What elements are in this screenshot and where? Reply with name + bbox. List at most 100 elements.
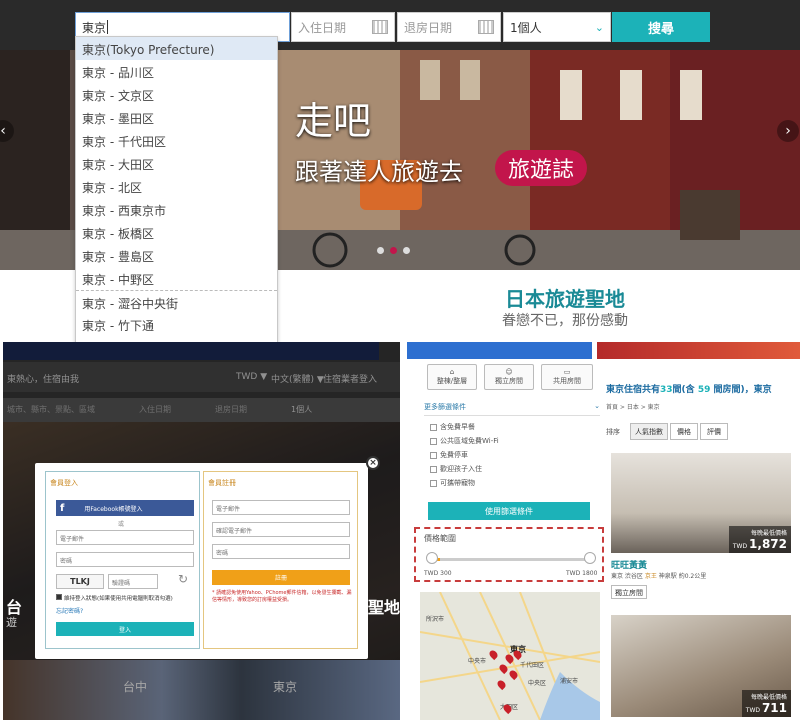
couch-icon: ▭ — [563, 368, 571, 376]
price-slider-track[interactable] — [428, 558, 592, 561]
suggestion-item[interactable]: 東京 - 竹下通 — [76, 313, 277, 336]
carousel-dot-active[interactable] — [390, 247, 397, 254]
person-icon: ☺ — [505, 368, 513, 376]
price-slider-min-handle[interactable] — [426, 552, 438, 564]
filter-label: 歡迎孩子入住 — [440, 465, 482, 473]
register-submit-button[interactable]: 註冊 — [212, 570, 350, 585]
price-currency: TWD — [732, 543, 748, 550]
results-count-middle: 間(含 — [672, 385, 695, 395]
filter-list: 含免費早餐 公共區域免費Wi-Fi 免費停車 歡迎孩子入住 可攜帶寵物 — [430, 420, 499, 490]
sort-rating[interactable]: 評價 — [700, 423, 728, 440]
price-max: TWD 1800 — [566, 570, 598, 577]
price-amount: 711 — [761, 701, 787, 715]
captcha-input[interactable]: 驗證碼 — [108, 574, 158, 589]
breadcrumb[interactable]: 首頁 > 日本 > 東京 — [606, 402, 660, 411]
close-icon[interactable]: × — [366, 456, 380, 470]
checkbox-icon — [430, 451, 437, 459]
search-button[interactable]: 搜尋 — [612, 12, 710, 42]
forgot-password-link[interactable]: 忘記密碼? — [56, 606, 83, 615]
tab-whole-home[interactable]: ⌂ 整棟/整層 — [427, 364, 477, 390]
suggestion-item[interactable]: 東京 - 墨田区 — [76, 106, 277, 129]
destination-suggestions: 東京(Tokyo Prefecture) 東京 - 品川区 東京 - 文京区 東… — [75, 36, 278, 358]
chevron-down-icon: ⌄ — [594, 20, 604, 34]
login-password-field[interactable]: 密碼 — [56, 552, 194, 567]
login-modal: 會員登入 f 用Facebook帳號登入 或 電子郵件 密碼 TLKJ 驗證碼 … — [35, 463, 368, 659]
price-tag-label: 每晚最低價格 — [750, 694, 787, 701]
hotel-area: 東京 渋谷区 — [611, 573, 643, 580]
carousel-dot[interactable] — [377, 247, 384, 254]
facebook-icon: f — [60, 502, 65, 514]
map-label: 中央市 — [468, 658, 487, 665]
tab-private-room[interactable]: ☺ 獨立房間 — [484, 364, 534, 390]
price-range-label: 價格範圍 — [424, 534, 456, 543]
filter-checkbox[interactable]: 免費停車 — [430, 448, 499, 462]
carousel-dot[interactable] — [403, 247, 410, 254]
results-count-suffix: 間房間)，東京 — [713, 385, 772, 395]
filter-checkbox[interactable]: 含免費早餐 — [430, 420, 499, 434]
more-filters-toggle[interactable]: 更多篩選條件 ⌄ — [424, 402, 600, 416]
side-caption-right: 聖地 — [368, 598, 401, 617]
suggestion-item[interactable]: 東京 - 中野区 — [76, 267, 277, 290]
hotel-location: 東京 渋谷区 京王 神泉駅 約0.2公里 — [611, 571, 706, 580]
sort-price[interactable]: 價格 — [670, 423, 698, 440]
hero-badge: 旅遊誌 — [495, 150, 587, 186]
suggestion-item[interactable]: 東京 - 豊島区 — [76, 244, 277, 267]
suggestion-item[interactable]: 東京 - 西東京市 — [76, 198, 277, 221]
suggestion-item[interactable]: 東京 - 品川区 — [76, 60, 277, 83]
filter-checkbox[interactable]: 公共區域免費Wi-Fi — [430, 434, 499, 448]
results-count-properties: 33 — [660, 385, 673, 395]
price-amount: 1,872 — [749, 537, 787, 551]
destination-value: 東京 — [82, 20, 107, 35]
facebook-login-label: 用Facebook帳號登入 — [84, 505, 143, 513]
register-password-field[interactable]: 密碼 — [212, 544, 350, 559]
checkout-field[interactable]: 退房日期 — [397, 12, 501, 42]
suggestion-item[interactable]: 東京 - 千代田区 — [76, 129, 277, 152]
facebook-login-button[interactable]: f 用Facebook帳號登入 — [56, 500, 194, 516]
price-min: TWD 300 — [424, 570, 452, 577]
hero-next-arrow[interactable]: › — [777, 120, 799, 142]
suggestion-item[interactable]: 東京 - 北区 — [76, 175, 277, 198]
hotel-name[interactable]: 旺旺黃黃 — [611, 558, 647, 571]
register-title: 會員註冊 — [208, 479, 236, 487]
login-submit-button[interactable]: 登入 — [56, 622, 194, 636]
register-email-field[interactable]: 電子郵件 — [212, 500, 350, 515]
checkin-field[interactable]: 入住日期 — [291, 12, 395, 42]
hotel-price-tag: 每晚最低價格 TWD 1,872 — [728, 526, 791, 553]
apply-filters-button[interactable]: 使用篩選條件 — [428, 502, 590, 520]
map-label: 所沢市 — [426, 616, 445, 623]
register-form: 會員註冊 電子郵件 確認電子郵件 密碼 註冊 * 請確認免使用Yahoo、PCh… — [203, 471, 358, 649]
sort-label: 排序 — [606, 428, 620, 436]
suggestion-item[interactable]: 東京 - 澀谷中央街 — [76, 290, 277, 313]
suggestion-item[interactable]: 東京(Tokyo Prefecture) — [76, 37, 277, 60]
room-type-badge: 獨立房間 — [611, 585, 647, 599]
register-confirm-email-field[interactable]: 確認電子郵件 — [212, 522, 350, 537]
checkbox-icon — [430, 465, 437, 473]
price-slider-max-handle[interactable] — [584, 552, 596, 564]
suggestion-item[interactable]: 東京 - 文京区 — [76, 83, 277, 106]
checkbox-icon — [56, 594, 62, 600]
login-email-field[interactable]: 電子郵件 — [56, 530, 194, 545]
suggestion-item[interactable]: 東京 - 大田区 — [76, 152, 277, 175]
refresh-icon[interactable]: ↻ — [178, 572, 188, 586]
keep-login-checkbox[interactable]: 維持登入狀態(如果使用共用電腦則取消勾選) — [56, 594, 173, 602]
hotel-distance: 神泉駅 約0.2公里 — [658, 573, 707, 580]
hotel-card-photo[interactable]: 每晚最低價格 TWD 1,872 — [611, 453, 791, 553]
checkin-placeholder: 入住日期 — [298, 20, 347, 35]
filter-checkbox[interactable]: 歡迎孩子入住 — [430, 462, 499, 476]
or-divider: 或 — [118, 521, 125, 528]
sort-popularity[interactable]: 人氣指數 — [630, 423, 668, 440]
guests-value: 1個人 — [510, 20, 542, 35]
guests-select[interactable]: 1個人 ⌄ — [503, 12, 611, 42]
register-note: * 請確認免使用Yahoo、PChome郵件信箱，以免發生攔截、漏信等情形，導致… — [212, 590, 352, 603]
results-count-prefix: 東京住宿共有 — [606, 385, 661, 395]
filter-checkbox[interactable]: 可攜帶寵物 — [430, 476, 499, 490]
hotel-card-photo[interactable]: 每晚最低價格 TWD 711 — [611, 615, 791, 717]
checkbox-icon — [430, 423, 437, 431]
calendar-icon — [478, 20, 494, 34]
results-map[interactable]: 所沢市 東京 中央市 千代田区 中央区 大田区 浦安市 — [420, 592, 600, 720]
hotel-station: 京王 — [644, 573, 657, 580]
tab-shared-room[interactable]: ▭ 共用房間 — [541, 364, 593, 390]
price-tag-label: 每晚最低價格 — [750, 530, 787, 537]
hero-subtitle: 跟著達人旅遊去 — [295, 158, 463, 186]
suggestion-item[interactable]: 東京 - 板橋区 — [76, 221, 277, 244]
